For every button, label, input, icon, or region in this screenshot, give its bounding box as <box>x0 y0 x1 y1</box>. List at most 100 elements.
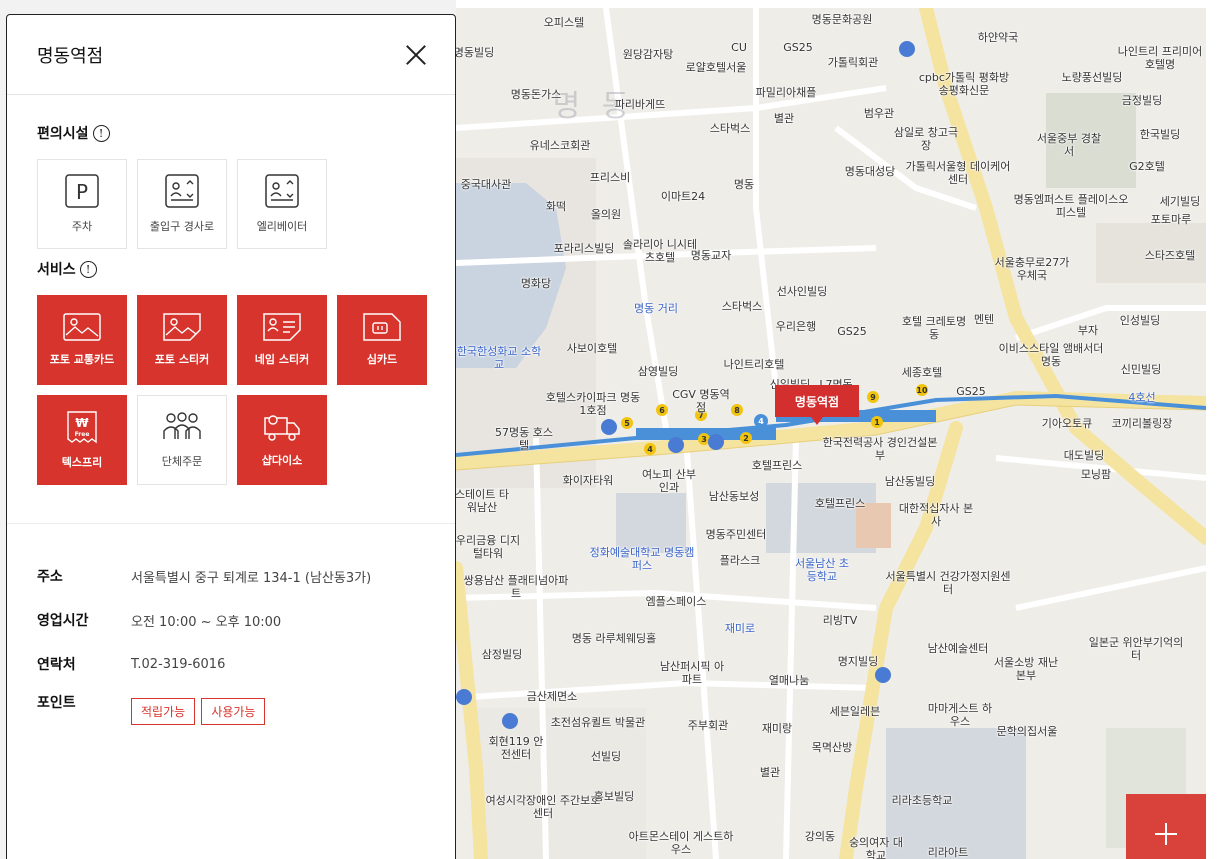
map-label: 삼영빌딩 <box>637 365 679 378</box>
map-label: G2호텔 <box>1129 160 1165 173</box>
address-row: 주소 서울특별시 중구 퇴계로 134-1 (남산동3가) <box>7 554 455 598</box>
map-label: 솔라리아 니시테츠호텔 <box>622 238 698 264</box>
service-tax-free[interactable]: ₩ Free 텍스프리 <box>37 395 127 485</box>
info-icon[interactable]: ! <box>79 260 97 278</box>
points-row: 포인트 적립가능 사용가능 <box>7 686 455 730</box>
map-label: 명동 거리 <box>634 302 678 315</box>
facility-parking[interactable]: P 주차 <box>37 159 127 249</box>
tile-label: 포토 스티커 <box>154 353 210 366</box>
points-tags: 적립가능 사용가능 <box>131 698 267 725</box>
phone-value[interactable]: T.02-319-6016 <box>131 657 225 672</box>
address-label: 주소 <box>37 569 63 585</box>
map-label: 재미랑 <box>761 722 793 735</box>
tile-label: 단체주문 <box>161 455 203 468</box>
info-icon[interactable]: ! <box>92 124 110 142</box>
map-label: GS25 <box>837 325 867 338</box>
map-label: 세븐일레븐 <box>829 705 881 718</box>
map-label: 명화당 <box>520 277 552 290</box>
map-label: 명동빌딩 <box>456 46 495 59</box>
phone-row: 연락처 T.02-319-6016 <box>7 642 455 686</box>
map-label: 호텔프린스 <box>751 459 803 472</box>
map-label: 엠플스페이스 <box>645 595 707 608</box>
map-label: CU <box>731 41 747 54</box>
map-label: cpbc가톨릭 평화방송평화신문 <box>918 71 1010 97</box>
map-label: 모닝팜 <box>1080 468 1112 481</box>
map-label: 로얄호텔서울 <box>685 61 747 74</box>
map-label: 부자 <box>1077 324 1099 337</box>
map-label: 서울중부 경찰서 <box>1036 132 1102 158</box>
map-label: 일본군 위안부기억의터 <box>1088 636 1184 662</box>
map-label: 남산예술센터 <box>927 642 989 655</box>
map-label: 가톨릭서울형 데이케어센터 <box>905 160 1011 186</box>
tile-label: 주차 <box>71 220 93 233</box>
map-label: 홍보빌딩 <box>593 790 635 803</box>
photo-sticker-icon <box>163 313 201 341</box>
svg-text:3: 3 <box>701 435 707 444</box>
map-label: 초전섬유퀼트 박물관 <box>550 716 646 729</box>
services-section: 서비스 ! 포토 교통카드 포토 스티커 네임 스티커 심카드 ₩ Free 텍… <box>7 249 455 485</box>
map-label: 플라스크 <box>719 554 761 567</box>
map-label: 세종호텔 <box>901 366 943 379</box>
map-label: 스타벅스 <box>721 300 763 313</box>
store-title: 명동역점 <box>37 45 104 67</box>
map-label: 쌍용남산 플래티넘아파트 <box>463 574 569 600</box>
shop-daiso-icon <box>264 415 300 441</box>
map-label: 포라리스빌딩 <box>553 242 615 255</box>
tile-label: 샵다이소 <box>261 454 303 467</box>
svg-text:10: 10 <box>916 386 928 395</box>
service-photo-sticker[interactable]: 포토 스티커 <box>137 295 227 385</box>
close-icon[interactable] <box>405 44 427 66</box>
map-label: 호텔스카이파크 명동1호점 <box>545 391 641 417</box>
map-label: 세기빌딩 <box>1159 195 1201 208</box>
map-label: CGV 명동역점 <box>672 388 730 414</box>
panel-header: 명동역점 <box>7 15 455 95</box>
map-label: 명동엠퍼스트 플레이스오피스텔 <box>1013 193 1129 219</box>
service-group-order[interactable]: 단체주문 <box>137 395 227 485</box>
facilities-title: 편의시설 ! <box>37 123 427 143</box>
service-name-sticker[interactable]: 네임 스티커 <box>237 295 327 385</box>
map-label: 여성시각장애인 주간보호센터 <box>485 794 601 820</box>
map-label: 올의원 <box>590 208 622 221</box>
ramp-icon <box>165 174 199 208</box>
map-label: 57명동 호스텔 <box>495 426 553 452</box>
map-label: 명동 <box>733 178 755 191</box>
map-label: 리빙TV <box>822 614 858 627</box>
map-label: 범우관 <box>863 107 895 120</box>
map-label: 유네스코회관 <box>529 139 591 152</box>
map-label: 서울충무로27가 우체국 <box>994 256 1070 282</box>
elevator-icon <box>265 174 299 208</box>
map-label: 한국빌딩 <box>1139 128 1181 141</box>
facility-elevator[interactable]: 엘리베이터 <box>237 159 327 249</box>
tile-label: 포토 교통카드 <box>49 353 115 366</box>
facility-ramp[interactable]: 출입구 경사로 <box>137 159 227 249</box>
map-label: 스타벅스 <box>709 122 751 135</box>
service-shop-daiso[interactable]: 샵다이소 <box>237 395 327 485</box>
map-label: 대한적십자사 본사 <box>898 502 974 528</box>
map-label: 명지빌딩 <box>837 655 879 668</box>
svg-text:6: 6 <box>659 406 665 415</box>
map-label: 서울남산 초등학교 <box>794 557 850 583</box>
service-photo-card[interactable]: 포토 교통카드 <box>37 295 127 385</box>
facilities-section: 편의시설 ! P 주차 출입구 경사로 엘리베이터 <box>7 95 455 249</box>
map-label: 아트몬스테이 게스트하우스 <box>628 830 734 856</box>
map-label: GS25 <box>783 41 813 54</box>
service-sim-card[interactable]: 심카드 <box>337 295 427 385</box>
map-label: 삼일로 창고극장 <box>893 126 959 152</box>
map-label: 주부회관 <box>687 719 729 732</box>
store-marker[interactable]: 명동역점 <box>775 385 859 425</box>
map-label: 하얀약국 <box>977 31 1019 44</box>
parking-icon: P <box>65 174 99 208</box>
map-view[interactable]: 5 6 7 8 4 3 2 1 9 10 4 명 동 오피스텔 원당감자탕 CU… <box>456 8 1206 859</box>
map-label: 명동 라루체웨딩홀 <box>571 632 657 645</box>
map-label: 가톨릭회관 <box>827 56 879 69</box>
group-order-icon <box>163 412 201 439</box>
map-label: 삼정빌딩 <box>481 648 523 661</box>
map-label: 남산동보성 <box>708 490 760 503</box>
zoom-in-button[interactable] <box>1126 794 1206 859</box>
map-label: 한국한성화교 소학교 <box>456 345 542 371</box>
tax-free-icon: ₩Free <box>67 411 97 444</box>
map-label: 정화예술대학교 명동캠퍼스 <box>589 546 695 572</box>
points-label: 포인트 <box>37 695 76 711</box>
facilities-title-text: 편의시설 <box>37 126 89 142</box>
map-label: 이마트24 <box>660 190 706 203</box>
